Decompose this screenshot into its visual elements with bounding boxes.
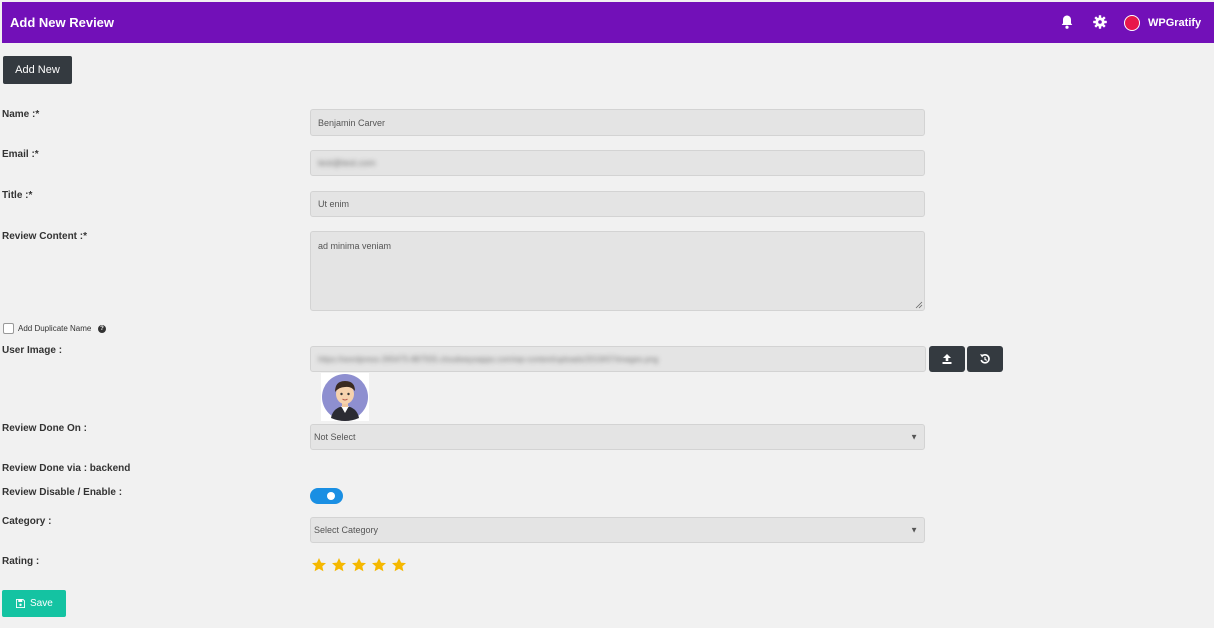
category-value: Select Category	[314, 525, 379, 535]
upload-icon	[942, 354, 952, 364]
review-done-on-label: Review Done On :	[2, 423, 88, 434]
email-input[interactable]: test@test.com	[310, 150, 925, 176]
category-label: Category :	[2, 516, 52, 527]
bell-icon[interactable]	[1059, 14, 1075, 30]
save-icon	[16, 599, 25, 608]
email-label: Email :*	[2, 149, 39, 160]
star-icon[interactable]	[351, 557, 367, 573]
email-value: test@test.com	[318, 158, 376, 168]
title-value: Ut enim	[318, 199, 350, 209]
name-value: Benjamin Carver	[318, 117, 386, 128]
title-label: Title :*	[2, 190, 33, 201]
duplicate-name-label: Add Duplicate Name	[18, 324, 92, 333]
review-enable-toggle[interactable]	[310, 488, 343, 504]
undo-icon	[980, 354, 990, 364]
review-done-on-select[interactable]: Not Select ▼	[310, 424, 925, 450]
category-select[interactable]: Select Category ▼	[310, 517, 925, 543]
star-icon[interactable]	[391, 557, 407, 573]
title-input[interactable]: Ut enim	[310, 191, 925, 217]
save-label: Save	[30, 598, 53, 609]
add-new-button[interactable]: Add New	[3, 56, 72, 84]
user-image-url-input[interactable]: https://wordpress-265475-887555.cloudway…	[310, 346, 926, 372]
page-title: Add New Review	[10, 15, 115, 30]
review-done-via-label: Review Done via : backend	[2, 463, 131, 474]
brand-name[interactable]: WPGratify	[1148, 17, 1201, 29]
reset-image-button[interactable]	[967, 346, 1003, 372]
review-done-on-value: Not Select	[314, 432, 356, 442]
toggle-knob	[327, 492, 335, 500]
user-avatar-image	[321, 373, 369, 421]
user-image-url-value: https://wordpress-265475-887555.cloudway…	[318, 354, 659, 364]
review-content-textarea[interactable]: ad minima veniam	[310, 231, 925, 311]
upload-image-button[interactable]	[929, 346, 965, 372]
name-label: Name :*	[2, 109, 40, 120]
resize-handle-icon[interactable]	[915, 301, 923, 309]
help-icon[interactable]: ?	[98, 325, 106, 333]
duplicate-name-checkbox[interactable]	[3, 323, 14, 334]
rating-label: Rating :	[2, 556, 40, 567]
review-content-label: Review Content :*	[2, 231, 88, 242]
chevron-down-icon: ▼	[910, 525, 918, 535]
review-content-value: ad minima veniam	[318, 241, 392, 251]
gear-icon[interactable]	[1092, 14, 1108, 30]
brand-logo-icon[interactable]	[1124, 15, 1140, 31]
rating-stars[interactable]	[311, 557, 407, 573]
top-bar: Add New Review WPGratify	[2, 2, 1214, 43]
save-button[interactable]: Save	[2, 590, 66, 617]
star-icon[interactable]	[371, 557, 387, 573]
star-icon[interactable]	[331, 557, 347, 573]
review-enable-label: Review Disable / Enable :	[2, 487, 123, 498]
name-input[interactable]: Benjamin Carver	[310, 109, 925, 136]
user-image-label: User Image :	[2, 345, 63, 356]
star-icon[interactable]	[311, 557, 327, 573]
chevron-down-icon: ▼	[910, 432, 918, 442]
